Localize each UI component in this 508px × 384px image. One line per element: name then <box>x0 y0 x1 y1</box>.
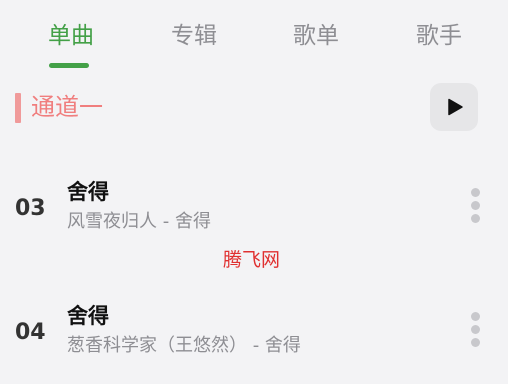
track-subtitle: 葱香科学家（王悠然） - 舍得 <box>67 335 301 356</box>
section-header: 通道一 <box>0 80 508 136</box>
track-row[interactable]: 04 舍得 葱香科学家（王悠然） - 舍得 <box>0 290 508 370</box>
more-vertical-icon[interactable] <box>466 305 486 349</box>
track-number: 03 <box>15 196 46 221</box>
active-tab-indicator <box>49 63 89 68</box>
tab-artists[interactable]: 歌手 <box>416 20 462 52</box>
play-icon <box>448 98 463 116</box>
play-all-button[interactable] <box>430 83 478 131</box>
tab-playlists[interactable]: 歌单 <box>293 20 339 52</box>
track-row[interactable]: 03 舍得 风雪夜归人 - 舍得 <box>0 166 508 246</box>
tab-albums[interactable]: 专辑 <box>171 20 217 52</box>
more-vertical-icon[interactable] <box>466 181 486 225</box>
track-number: 04 <box>15 320 46 345</box>
section-accent-bar <box>15 93 21 123</box>
section-title: 通道一 <box>31 93 103 121</box>
watermark-text: 腾飞网 <box>223 249 281 271</box>
tab-singles[interactable]: 单曲 <box>48 20 94 52</box>
track-title: 舍得 <box>67 304 109 328</box>
track-subtitle: 风雪夜归人 - 舍得 <box>67 211 211 232</box>
tab-bar: 单曲 专辑 歌单 歌手 <box>0 0 508 70</box>
track-title: 舍得 <box>67 180 109 204</box>
